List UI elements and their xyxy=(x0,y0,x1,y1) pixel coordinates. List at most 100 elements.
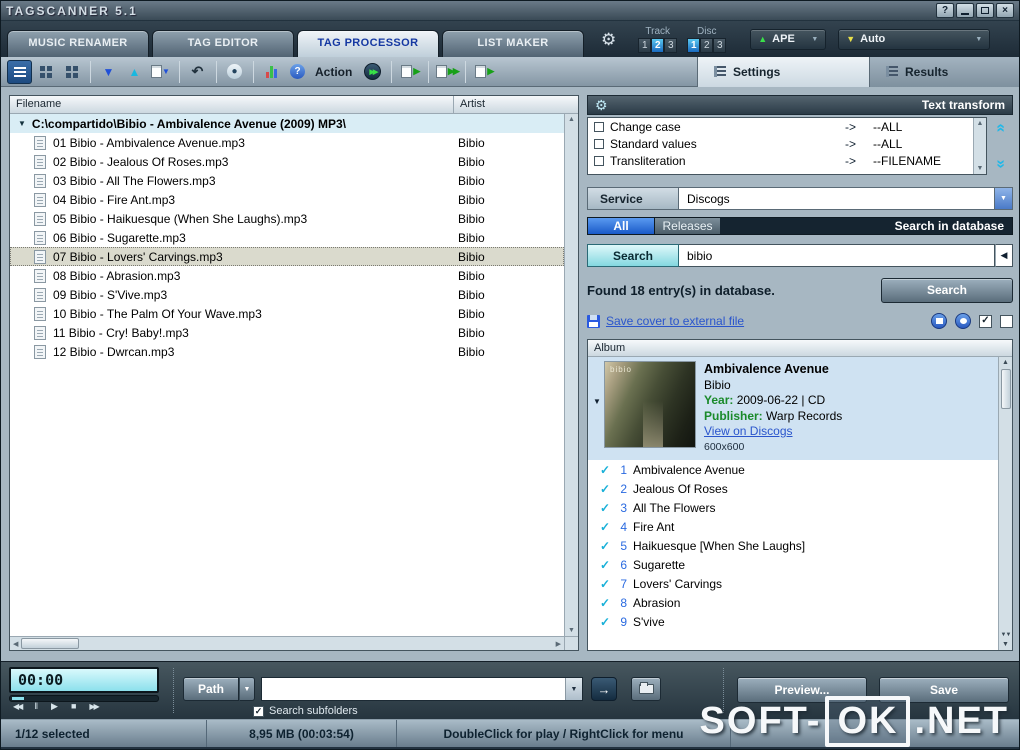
run-action-button[interactable]: ▶▶ xyxy=(360,60,385,84)
close-button[interactable]: × xyxy=(996,3,1014,18)
transform-row[interactable]: Transliteration->--FILENAME xyxy=(588,152,973,169)
move-down-button[interactable]: ▼ xyxy=(96,60,121,84)
album-scroll-thumb[interactable] xyxy=(1001,369,1011,409)
next-button[interactable]: ▶▶ xyxy=(89,703,97,711)
auto-dropdown[interactable]: ▼ Auto ▼ xyxy=(838,29,990,50)
transform-checkbox[interactable] xyxy=(594,156,604,166)
move-up-button[interactable]: ▲ xyxy=(122,60,147,84)
file-row[interactable]: 05 Bibio - Haikuesque (When She Laughs).… xyxy=(10,209,564,228)
column-filename[interactable]: Filename xyxy=(10,96,454,113)
cover-checkbox-empty[interactable] xyxy=(1000,315,1013,328)
file-list-vscrollbar[interactable]: ▲ ▼ xyxy=(564,114,578,636)
play-button[interactable]: ▶ xyxy=(51,702,58,711)
album-info[interactable]: ▼ bibio Ambivalence Avenue Bibio Year: 2… xyxy=(588,357,998,460)
path-dropdown-button[interactable]: ▼ xyxy=(239,677,255,701)
file-row[interactable]: 07 Bibio - Lovers' Carvings.mp3Bibio xyxy=(10,247,564,266)
album-column-header[interactable]: Album xyxy=(588,340,1012,357)
file-row[interactable]: 03 Bibio - All The Flowers.mp3Bibio xyxy=(10,171,564,190)
scroll-page-down-icon[interactable]: ▼▼ xyxy=(1001,632,1011,638)
tab-list-maker[interactable]: List Maker xyxy=(442,30,584,57)
album-track-row[interactable]: ✓8Abrasion xyxy=(588,593,998,612)
album-track-row[interactable]: ✓5Haikuesque [When She Laughs] xyxy=(588,536,998,555)
save-button[interactable]: Save xyxy=(879,677,1009,703)
file-row[interactable]: 02 Bibio - Jealous Of Roses.mp3Bibio xyxy=(10,152,564,171)
small-grid-button[interactable] xyxy=(33,60,58,84)
transform-checkbox[interactable] xyxy=(594,139,604,149)
preview-button[interactable]: Preview... xyxy=(737,677,867,703)
list-view-button[interactable] xyxy=(7,60,32,84)
save-cover-link[interactable]: Save cover to external file xyxy=(606,314,744,328)
database-search-button[interactable]: Search xyxy=(881,278,1013,303)
file-row[interactable]: 01 Bibio - Ambivalence Avenue.mp3Bibio xyxy=(10,133,564,152)
scroll-up-icon[interactable]: ▲ xyxy=(1002,359,1009,366)
track-digit-3[interactable]: 3 xyxy=(664,38,677,53)
cover-checkbox-checked[interactable]: ✓ xyxy=(979,315,992,328)
search-subfolders-option[interactable]: ✓ Search subfolders xyxy=(253,705,358,717)
copy-tags-button[interactable]: ▶▶ xyxy=(434,60,459,84)
search-bubble-button[interactable]: ● xyxy=(222,60,247,84)
gear-icon[interactable]: ⚙ xyxy=(601,31,616,48)
collapse-triangle-icon[interactable]: ▼ xyxy=(590,361,604,455)
tab-settings[interactable]: Settings xyxy=(697,57,869,87)
transform-checkbox[interactable] xyxy=(594,122,604,132)
pause-button[interactable]: ‖ xyxy=(34,702,38,711)
seek-bar[interactable] xyxy=(9,695,159,702)
path-button[interactable]: Path xyxy=(183,677,239,701)
file-row[interactable]: 11 Bibio - Cry! Baby!.mp3Bibio xyxy=(10,323,564,342)
disc-digit-1[interactable]: 1 xyxy=(687,38,700,53)
service-select[interactable]: Discogs ▼ xyxy=(679,187,1013,210)
file-row[interactable]: 09 Bibio - S'Vive.mp3Bibio xyxy=(10,285,564,304)
path-input[interactable]: ▼ xyxy=(261,677,583,701)
album-track-row[interactable]: ✓6Sugarette xyxy=(588,555,998,574)
scroll-down-icon[interactable]: ▼ xyxy=(1002,641,1009,648)
maximize-button[interactable] xyxy=(976,3,994,18)
column-artist[interactable]: Artist xyxy=(454,96,578,113)
scroll-down-icon[interactable]: ▼ xyxy=(568,627,575,634)
browse-folder-button[interactable] xyxy=(631,677,661,701)
search-input[interactable]: bibio xyxy=(679,244,995,267)
ape-dropdown[interactable]: ▲ APE ▼ xyxy=(750,29,826,50)
equalizer-button[interactable] xyxy=(259,60,284,84)
transform-row[interactable]: Standard values->--ALL xyxy=(588,135,973,152)
album-track-row[interactable]: ✓3All The Flowers xyxy=(588,498,998,517)
write-tags-button[interactable]: ▶ xyxy=(471,60,496,84)
file-row[interactable]: 04 Bibio - Fire Ant.mp3Bibio xyxy=(10,190,564,209)
transform-row[interactable]: Change case->--ALL xyxy=(588,118,973,135)
tab-all[interactable]: All xyxy=(588,218,654,234)
help-button[interactable]: ? xyxy=(936,3,954,18)
tab-music-renamer[interactable]: Music Renamer xyxy=(7,30,149,57)
move-rule-up-icon[interactable]: « xyxy=(992,124,1008,133)
scroll-left-icon[interactable]: ◀ xyxy=(13,640,18,648)
large-grid-button[interactable] xyxy=(59,60,84,84)
file-list-hscrollbar[interactable]: ◀ ▶ xyxy=(10,636,564,650)
gear-icon[interactable]: ⚙ xyxy=(595,98,608,112)
undo-button[interactable]: ↶ xyxy=(185,60,210,84)
previous-button[interactable]: ◀◀ xyxy=(13,703,21,711)
cover-embed-button[interactable] xyxy=(931,313,947,329)
disc-digit-3[interactable]: 3 xyxy=(713,38,726,53)
file-row[interactable]: 12 Bibio - Dwrcan.mp3Bibio xyxy=(10,342,564,361)
help-toolbar-button[interactable]: ? xyxy=(285,60,310,84)
scroll-up-icon[interactable]: ▲ xyxy=(977,120,984,127)
album-track-row[interactable]: ✓2Jealous Of Roses xyxy=(588,479,998,498)
dropdown-button[interactable]: ▼ xyxy=(994,188,1012,209)
album-track-row[interactable]: ✓4Fire Ant xyxy=(588,517,998,536)
transform-scrollbar[interactable]: ▲ ▼ xyxy=(973,118,986,174)
track-digit-2[interactable]: 2 xyxy=(651,38,664,53)
scroll-down-icon[interactable]: ▼ xyxy=(977,165,984,172)
file-row[interactable]: 10 Bibio - The Palm Of Your Wave.mp3Bibi… xyxy=(10,304,564,323)
tab-tag-processor[interactable]: TAG Processor xyxy=(297,30,439,57)
album-scrollbar[interactable]: ▲ ▼▼ ▼ xyxy=(998,357,1012,650)
folder-row[interactable]: ▼ C:\compartido\Bibio - Ambivalence Aven… xyxy=(10,114,564,133)
move-rule-down-icon[interactable]: » xyxy=(992,160,1008,169)
tab-results[interactable]: Results xyxy=(869,57,1019,87)
subfolders-checkbox[interactable]: ✓ xyxy=(253,706,264,717)
minimize-button[interactable] xyxy=(956,3,974,18)
search-expand-button[interactable]: ◀ xyxy=(995,244,1013,267)
seek-thumb[interactable] xyxy=(12,697,24,700)
search-button[interactable]: Search xyxy=(587,244,679,267)
view-on-discogs-link[interactable]: View on Discogs xyxy=(704,424,793,438)
path-combo-dropdown[interactable]: ▼ xyxy=(565,678,582,700)
album-track-row[interactable]: ✓1Ambivalence Avenue xyxy=(588,460,998,479)
album-track-row[interactable]: ✓7Lovers' Carvings xyxy=(588,574,998,593)
